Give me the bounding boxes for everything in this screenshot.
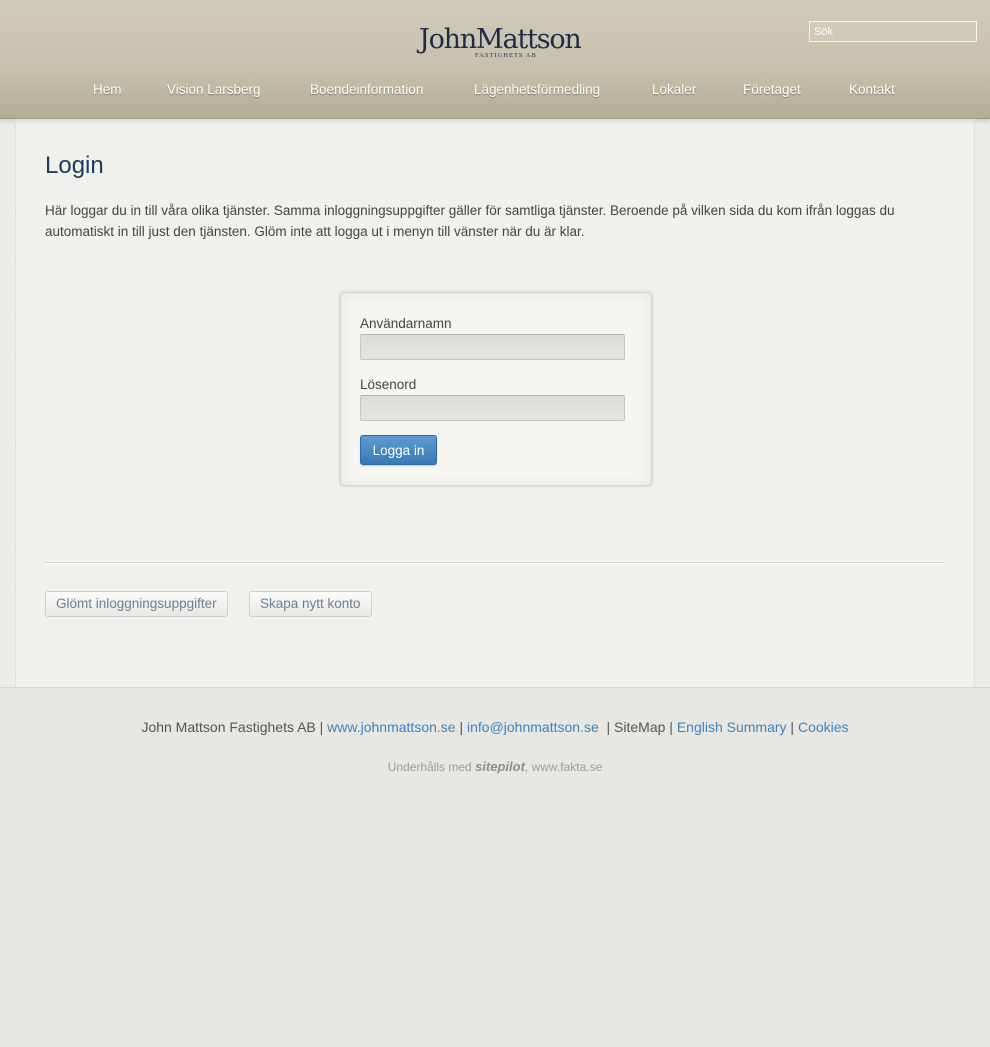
main-navigation: Hem Vision Larsberg Boendeinformation Lä… bbox=[0, 80, 990, 102]
search-input[interactable] bbox=[809, 21, 977, 42]
nav-item-lagenhetsformedling[interactable]: Lägenhetsförmedling bbox=[474, 80, 600, 100]
footer-website-link[interactable]: www.johnmattson.se bbox=[327, 719, 455, 735]
company-logo[interactable]: JohnMattson FASTIGHETS AB bbox=[419, 24, 582, 65]
sitepilot-brand[interactable]: sitepilot bbox=[475, 759, 525, 774]
credit-prefix: Underhålls med bbox=[387, 760, 472, 774]
create-account-button[interactable]: Skapa nytt konto bbox=[249, 591, 372, 617]
footer-cookies-link[interactable]: Cookies bbox=[798, 719, 849, 735]
login-button[interactable]: Logga in bbox=[360, 435, 437, 465]
nav-item-hem[interactable]: Hem bbox=[93, 80, 122, 100]
logo-wordmark: JohnMattson bbox=[419, 24, 582, 55]
nav-item-foretaget[interactable]: Företaget bbox=[743, 80, 801, 100]
nav-item-kontakt[interactable]: Kontakt bbox=[849, 80, 895, 100]
footer-email-link[interactable]: info@johnmattson.se bbox=[467, 719, 599, 735]
username-input[interactable] bbox=[360, 334, 625, 360]
footer-links: John Mattson Fastighets AB | www.johnmat… bbox=[0, 717, 990, 737]
content-divider bbox=[45, 562, 945, 564]
footer-separator: | bbox=[790, 719, 795, 735]
footer-separator: | bbox=[459, 719, 464, 735]
site-header: JohnMattson FASTIGHETS AB Hem Vision Lar… bbox=[0, 0, 990, 119]
page-title: Login bbox=[45, 152, 104, 179]
forgot-credentials-button[interactable]: Glömt inloggningsuppgifter bbox=[45, 591, 228, 617]
footer-credit: Underhålls med sitepilot, www.fakta.se bbox=[0, 758, 990, 776]
footer-sitemap[interactable]: | SiteMap | bbox=[607, 719, 673, 735]
credit-suffix[interactable]: , www.fakta.se bbox=[525, 760, 602, 774]
intro-text: Här loggar du in till våra olika tjänste… bbox=[45, 203, 895, 239]
password-input[interactable] bbox=[360, 395, 625, 421]
password-label: Lösenord bbox=[360, 377, 417, 392]
nav-item-boendeinformation[interactable]: Boendeinformation bbox=[310, 80, 423, 100]
nav-item-vision-larsberg[interactable]: Vision Larsberg bbox=[167, 80, 261, 100]
nav-item-lokaler[interactable]: Lokaler bbox=[652, 80, 696, 100]
footer-english-summary-link[interactable]: English Summary bbox=[677, 719, 787, 735]
site-footer bbox=[0, 687, 990, 1047]
username-label: Användarnamn bbox=[360, 316, 452, 331]
footer-company: John Mattson Fastighets AB | bbox=[141, 719, 324, 735]
